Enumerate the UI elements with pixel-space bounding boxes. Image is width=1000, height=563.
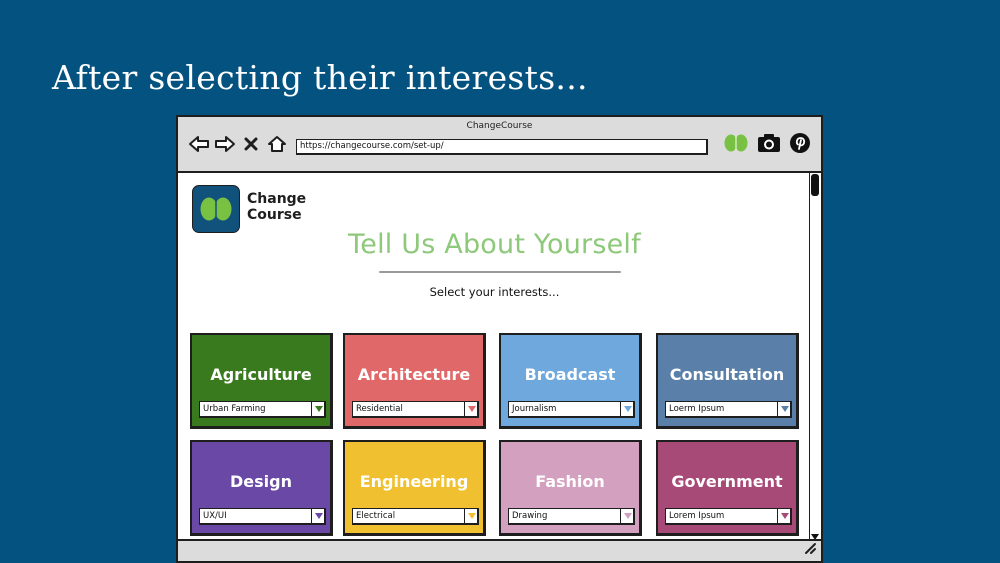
resize-grip-icon[interactable] (803, 540, 817, 559)
interest-dropdown-value: Residential (356, 404, 403, 414)
interest-tile-government[interactable]: Government Lorem Ipsum (656, 440, 799, 536)
home-icon[interactable] (266, 133, 288, 155)
bookmark-logo-icon[interactable] (723, 133, 749, 157)
interest-dropdown-value: Lorem Ipsum (669, 511, 725, 521)
nav-buttons (188, 133, 288, 155)
interest-label: Government (671, 472, 783, 491)
interest-dropdown-value: Drawing (512, 511, 548, 521)
interest-tile-engineering[interactable]: Engineering Electrical (343, 440, 486, 536)
slide-title: After selecting their interests... (52, 58, 588, 97)
interest-dropdown-value: Electrical (356, 511, 396, 521)
interest-label: Consultation (669, 365, 785, 384)
interest-label: Fashion (535, 472, 605, 491)
interest-dropdown-value: Loerm Ipsum (669, 404, 725, 414)
browser-toolbar: ChangeCourse https://changecourse.com/se… (178, 117, 821, 173)
close-icon[interactable] (240, 133, 262, 155)
scroll-thumb[interactable] (811, 174, 819, 196)
vertical-scrollbar[interactable] (809, 173, 821, 541)
pinterest-icon[interactable] (789, 132, 811, 158)
interest-label: Architecture (357, 365, 471, 384)
window-title: ChangeCourse (466, 121, 533, 131)
forward-arrow-icon[interactable] (214, 133, 236, 155)
interest-label: Broadcast (524, 365, 616, 384)
interest-label: Design (230, 472, 292, 491)
camera-icon[interactable] (757, 133, 781, 157)
interest-dropdown[interactable]: UX/UI (199, 508, 326, 525)
chevron-down-icon[interactable] (620, 402, 633, 416)
interest-label: Engineering (359, 472, 469, 491)
chevron-down-icon[interactable] (620, 509, 633, 523)
page-content: Change Course Tell Us About Yourself Sel… (178, 173, 811, 541)
interest-tile-fashion[interactable]: Fashion Drawing (499, 440, 642, 536)
status-bar (178, 539, 821, 561)
chevron-down-icon[interactable] (311, 509, 324, 523)
interest-dropdown[interactable]: Residential (352, 401, 479, 418)
chevron-down-icon[interactable] (777, 402, 790, 416)
chevron-down-icon[interactable] (311, 402, 324, 416)
back-arrow-icon[interactable] (188, 133, 210, 155)
logo-text: Change Course (247, 191, 306, 223)
interest-dropdown[interactable]: Electrical (352, 508, 479, 525)
url-bar[interactable]: https://changecourse.com/set-up/ (296, 139, 708, 155)
browser-window: ChangeCourse https://changecourse.com/se… (176, 115, 823, 563)
logo-text-line2: Course (247, 207, 302, 223)
interest-tile-broadcast[interactable]: Broadcast Journalism (499, 333, 642, 429)
interest-tile-architecture[interactable]: Architecture Residential (343, 333, 486, 429)
interest-tile-agriculture[interactable]: Agriculture Urban Farming (190, 333, 333, 429)
interest-tile-design[interactable]: Design UX/UI (190, 440, 333, 536)
logo[interactable] (192, 185, 240, 233)
interest-dropdown[interactable]: Urban Farming (199, 401, 326, 418)
chevron-down-icon[interactable] (464, 402, 477, 416)
interest-dropdown-value: Urban Farming (203, 404, 266, 414)
interest-dropdown-value: UX/UI (203, 511, 227, 521)
page-subheading: Select your interests... (429, 285, 560, 299)
interest-tile-consultation[interactable]: Consultation Loerm Ipsum (656, 333, 799, 429)
heading-divider (379, 271, 621, 273)
interest-label: Agriculture (210, 365, 312, 384)
chevron-down-icon[interactable] (777, 509, 790, 523)
logo-text-line1: Change (247, 191, 307, 207)
toolbar-right-icons (723, 132, 811, 158)
page-heading: Tell Us About Yourself (348, 229, 641, 260)
interest-dropdown-value: Journalism (512, 404, 557, 414)
interest-dropdown[interactable]: Loerm Ipsum (665, 401, 792, 418)
interest-dropdown[interactable]: Journalism (508, 401, 635, 418)
chevron-down-icon[interactable] (464, 509, 477, 523)
interest-dropdown[interactable]: Drawing (508, 508, 635, 525)
interest-dropdown[interactable]: Lorem Ipsum (665, 508, 792, 525)
